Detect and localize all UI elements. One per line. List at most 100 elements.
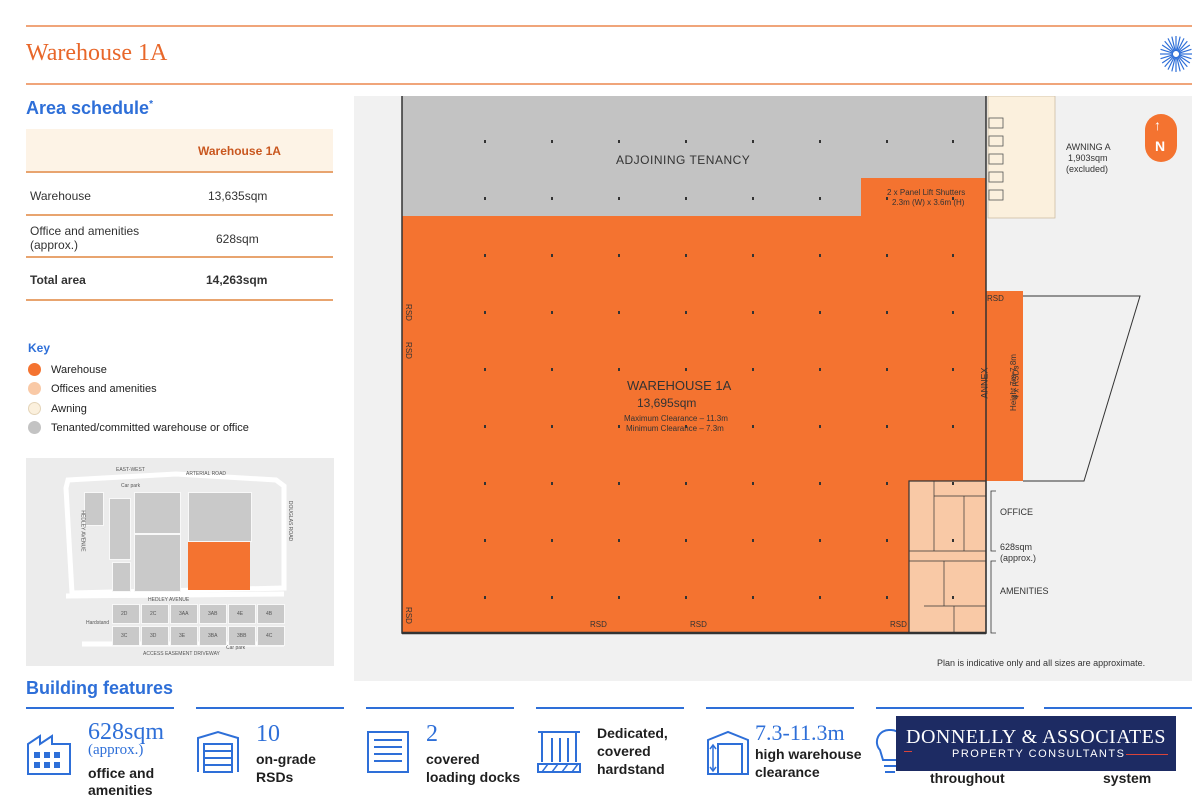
column-marker [952,482,954,485]
feature-hardstand-line3: hardstand [597,761,665,777]
column-marker [819,254,821,257]
road-label: DOUGLAS ROAD [287,500,294,542]
column-marker [819,311,821,314]
column-marker [752,539,754,542]
shutters-label: 2 x Panel Lift Shutters [887,188,966,197]
site-unit: 3AB [199,604,227,624]
site-unit-label: 2C [150,611,157,617]
schedule-row-value: 14,263sqm [206,273,268,287]
feature-office-line2: amenities [88,782,153,798]
column-marker [886,311,888,314]
feature-rsds-line2: RSDs [256,769,294,785]
shutters-size: 2.3m (W) x 3.6m (H) [892,198,965,207]
column-marker [886,482,888,485]
schedule-row-total: Total area 14,263sqm [26,258,333,301]
awning-area: 1,903sqm [1068,153,1108,163]
roller-door-icon [197,730,239,773]
column-marker [886,425,888,428]
area-schedule-table: Warehouse 1A Warehouse 13,635sqm Office … [26,129,333,301]
column-marker [952,140,954,143]
column-marker [685,254,687,257]
column-marker [618,368,620,371]
column-marker [484,539,486,542]
schedule-row-label: Office and amenities (approx.) [30,224,139,252]
feature-hardstand-line2: covered [597,743,651,759]
column-marker [685,140,687,143]
area-schedule-footnote-mark: * [149,99,153,110]
area-schedule-heading-text: Area schedule [26,98,150,118]
company-tagline: PROPERTY CONSULTANTS [952,748,1126,760]
office-note: (approx.) [1000,553,1037,563]
warehouse-title: WAREHOUSE 1A [627,378,732,393]
area-schedule-heading: Area schedule* [26,98,153,119]
column-marker [752,425,754,428]
site-unit: 2D [112,604,140,624]
feature-rule [1044,707,1192,709]
site-unit [84,492,104,526]
schedule-header-row: Warehouse 1A [26,129,333,173]
column-marker [952,539,954,542]
site-unit-label: 3D [150,633,157,639]
site-unit-label: 4E [237,611,244,617]
brand-rule-left [904,751,912,752]
column-marker [752,482,754,485]
floor-plan: ADJOINING TENANCY AWNING A 1,903sqm (exc… [354,96,1192,681]
north-arrow-up-icon: ↑ [1154,117,1161,133]
page-title: Warehouse 1A [26,40,168,66]
column-marker [685,368,687,371]
brand-rule-right [1126,754,1168,755]
column-marker [752,140,754,143]
column-marker [618,425,620,428]
site-unit [109,498,131,560]
column-marker [685,539,687,542]
site-unit: 3BB [228,626,256,646]
column-marker [819,539,821,542]
column-marker [618,539,620,542]
feature-rule [706,707,854,709]
loading-dock-icon [367,731,409,773]
column-marker [484,311,486,314]
rsd-label: RSD [690,620,707,629]
column-marker [752,197,754,200]
hardstand-label: Hardstand [86,620,110,626]
site-unit-label: 3AA [179,611,189,617]
road-label: ACCESS EASEMENT DRIVEWAY [143,651,220,657]
column-marker [819,368,821,371]
rsd-label: RSD [987,294,1004,303]
schedule-row-value: 628sqm [216,232,259,246]
office-area: 628sqm [1000,542,1033,552]
column-marker [952,425,954,428]
schedule-column-header: Warehouse 1A [198,144,281,158]
column-marker [952,596,954,599]
column-marker [685,596,687,599]
schedule-row-office: Office and amenities (approx.) 628sqm [26,216,333,258]
plan-disclaimer: Plan is indicative only and all sizes ar… [937,658,1146,668]
column-marker [551,140,553,143]
site-unit-label: 3BB [237,633,247,639]
floor-plan-drawing [401,96,1141,635]
starburst-logo-icon [1160,36,1192,72]
column-marker [952,254,954,257]
key-heading: Key [28,341,51,355]
feature-docks-value: 2 [426,721,438,747]
schedule-row-label-line2: (approx.) [30,238,79,252]
column-marker [551,197,553,200]
car-park-label: Car park [121,483,141,489]
company-branding-box: DONNELLY & ASSOCIATES PROPERTY CONSULTAN… [896,716,1176,771]
road-label: HEDLEY AVENUE [79,510,86,552]
column-marker [886,254,888,257]
column-marker [752,368,754,371]
column-marker [551,596,553,599]
site-unit-label: 3E [179,633,186,639]
feature-rsds-value: 10 [256,721,280,747]
column-marker [484,254,486,257]
site-unit: 4E [228,604,256,624]
site-unit: 4C [257,626,285,646]
column-marker [685,482,687,485]
key-item-label: Warehouse [51,364,107,376]
feature-rule [366,707,514,709]
building-icon [27,734,71,775]
road-label: EAST-WEST [116,467,145,473]
building-features-heading: Building features [26,678,174,698]
amenities-label: AMENITIES [1000,586,1049,596]
